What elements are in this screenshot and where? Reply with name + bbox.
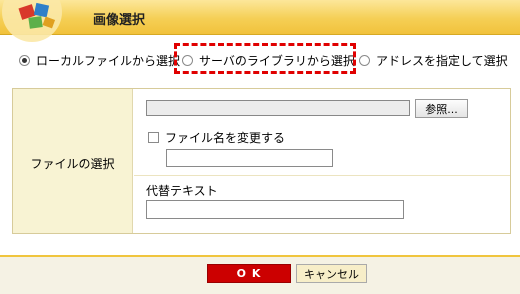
cancel-button[interactable]: キャンセル (296, 264, 367, 283)
radio-local[interactable] (19, 54, 30, 66)
ok-button[interactable]: O K (207, 264, 291, 283)
browse-button[interactable]: 参照... (415, 99, 468, 118)
picture-blocks-icon (2, 0, 62, 42)
rename-checkbox[interactable] (148, 132, 159, 143)
file-path-input[interactable] (146, 100, 410, 116)
radio-option-address[interactable]: アドレスを指定して選択 (359, 50, 508, 70)
radio-option-local[interactable]: ローカルファイルから選択 (19, 50, 180, 70)
radio-address[interactable] (359, 54, 370, 66)
highlight-annotation (174, 43, 356, 74)
file-selection-panel: ファイルの選択 参照... ファイル名を変更する 代替テキスト (12, 88, 511, 234)
panel-label-cell: ファイルの選択 (13, 89, 133, 233)
rename-checkbox-label[interactable]: ファイル名を変更する (165, 129, 285, 146)
rename-option[interactable]: ファイル名を変更する (148, 129, 285, 146)
radio-local-label[interactable]: ローカルファイルから選択 (36, 52, 180, 69)
radio-address-label[interactable]: アドレスを指定して選択 (376, 52, 508, 69)
divider (134, 175, 510, 176)
file-selection-label: ファイルの選択 (30, 157, 115, 171)
alt-text-label: 代替テキスト (146, 184, 218, 198)
rename-input[interactable] (166, 149, 333, 167)
title-bar: 画像選択 (0, 0, 520, 42)
alt-text-input[interactable] (146, 200, 404, 219)
dialog-title: 画像選択 (93, 13, 146, 28)
